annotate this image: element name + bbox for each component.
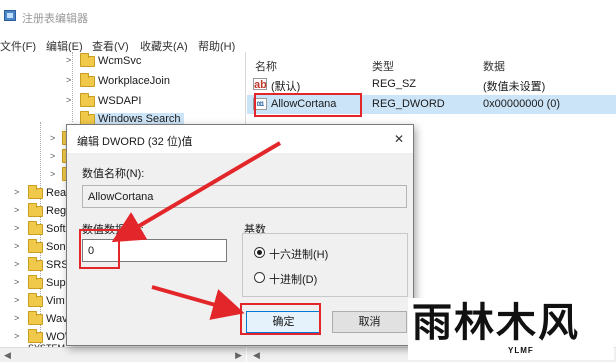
expand-chevron-icon[interactable]: >	[50, 151, 55, 161]
folder-icon	[28, 185, 43, 199]
folder-icon	[28, 293, 43, 307]
expand-chevron-icon[interactable]: >	[14, 241, 19, 251]
list-row-default[interactable]: ab (默认) REG_SZ (数值未设置)	[247, 75, 616, 94]
menu-bar: 文件(F) 编辑(E) 查看(V) 收藏夹(A) 帮助(H)	[0, 34, 616, 53]
value-type: REG_SZ	[372, 78, 417, 90]
value-data-field[interactable]	[82, 239, 227, 262]
base-groupbox	[242, 233, 408, 297]
value-name: (默认)	[271, 81, 301, 93]
tree-item-label: WcmSvc	[98, 55, 142, 67]
column-data[interactable]: 数据	[483, 58, 505, 74]
value-data: (数值未设置)	[483, 81, 546, 93]
folder-icon	[28, 221, 43, 235]
tree-horizontal-scrollbar[interactable]: ◀ ▶	[0, 347, 246, 362]
column-type[interactable]: 类型	[372, 58, 394, 74]
scroll-right-icon[interactable]: ▶	[235, 350, 242, 361]
expand-chevron-icon[interactable]: >	[14, 223, 19, 233]
cancel-button[interactable]: 取消	[332, 311, 407, 333]
expand-chevron-icon[interactable]: >	[66, 75, 71, 85]
folder-icon	[80, 93, 95, 107]
folder-icon	[28, 239, 43, 253]
decimal-radio-option[interactable]: 十进制(D)	[254, 270, 374, 286]
folder-icon	[28, 203, 43, 217]
dword-value-icon: 011	[253, 98, 267, 110]
expand-chevron-icon[interactable]: >	[14, 331, 19, 341]
folder-icon	[80, 53, 95, 67]
tree-item-label: Vim	[46, 295, 65, 307]
edit-dword-dialog: 编辑 DWORD (32 位)值 ✕ 数值名称(N): 数值数据(V): 基数 …	[66, 124, 414, 346]
title-bar: 注册表编辑器	[0, 0, 616, 30]
folder-icon	[28, 329, 43, 343]
expand-chevron-icon[interactable]: >	[14, 205, 19, 215]
string-value-icon: ab	[253, 78, 267, 91]
regedit-icon	[4, 10, 16, 21]
value-name-field[interactable]	[82, 185, 407, 208]
expand-chevron-icon[interactable]: >	[14, 295, 19, 305]
expand-chevron-icon[interactable]: >	[66, 95, 71, 105]
scroll-left-icon[interactable]: ◀	[4, 350, 11, 361]
folder-icon	[80, 73, 95, 87]
tree-item-label: WSDAPI	[98, 95, 142, 107]
list-header: 名称 类型 数据	[247, 56, 616, 74]
dialog-title: 编辑 DWORD (32 位)值	[77, 136, 193, 148]
decimal-radio[interactable]	[254, 272, 265, 283]
value-data-label: 数值数据(V):	[82, 224, 144, 236]
watermark-text: 雨林木风	[412, 299, 580, 346]
tree-item-label: WorkplaceJoin	[98, 75, 170, 87]
expand-chevron-icon[interactable]: >	[14, 259, 19, 269]
decimal-radio-label: 十进制(D)	[269, 274, 318, 286]
column-name[interactable]: 名称	[255, 58, 277, 74]
value-type: REG_DWORD	[372, 98, 445, 110]
hex-radio[interactable]	[254, 247, 265, 258]
folder-icon	[28, 311, 43, 325]
tree-item-wcmsvc[interactable]: > WcmSvc	[0, 52, 246, 72]
list-row-allowcortana[interactable]: 011 AllowCortana REG_DWORD 0x00000000 (0…	[247, 95, 616, 114]
scroll-left-icon[interactable]: ◀	[253, 350, 260, 361]
tree-item-workplacejoin[interactable]: > WorkplaceJoin	[0, 72, 246, 92]
value-data: 0x00000000 (0)	[483, 98, 561, 110]
expand-chevron-icon[interactable]: >	[14, 187, 19, 197]
hex-radio-option[interactable]: 十六进制(H)	[254, 245, 374, 261]
ok-button[interactable]: 确定	[246, 311, 321, 333]
folder-icon	[28, 257, 43, 271]
expand-chevron-icon[interactable]: >	[66, 55, 71, 65]
folder-icon	[28, 275, 43, 289]
expand-chevron-icon[interactable]: >	[50, 133, 55, 143]
dialog-title-bar: 编辑 DWORD (32 位)值 ✕	[67, 125, 413, 153]
value-name: AllowCortana	[271, 98, 337, 110]
expand-chevron-icon[interactable]: >	[14, 277, 19, 287]
hex-radio-label: 十六进制(H)	[269, 249, 329, 261]
watermark-logo: 雨林木风 YLMF	[408, 298, 614, 360]
expand-chevron-icon[interactable]: >	[14, 313, 19, 323]
close-icon[interactable]: ✕	[391, 131, 407, 147]
expand-chevron-icon[interactable]: >	[50, 169, 55, 179]
watermark-subtext: YLMF	[508, 346, 534, 355]
value-name-label: 数值名称(N):	[82, 168, 145, 180]
window-title: 注册表编辑器	[22, 13, 88, 25]
tree-item-wsdapi[interactable]: > WSDAPI	[0, 92, 246, 112]
